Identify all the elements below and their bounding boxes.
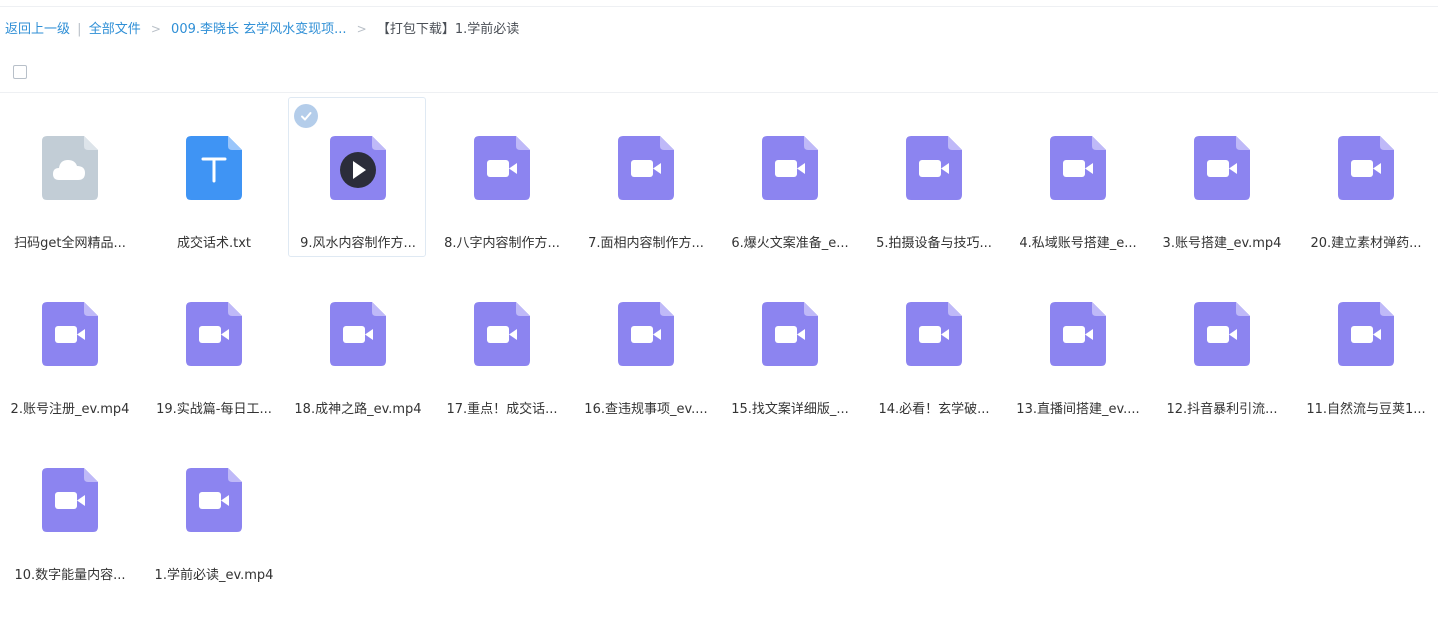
file-name: 2.账号注册_ev.mp4 [10,402,130,417]
file-name: 6.爆火文案准备_e... [731,236,849,251]
video-file-icon [42,468,98,532]
video-file-icon [1050,302,1106,366]
file-item[interactable]: 5.拍摄设备与技巧... [864,97,1002,257]
file-item[interactable]: 8.八字内容制作方... [432,97,570,257]
file-item[interactable]: 20.建立素材弹药... [1296,97,1434,257]
select-all-checkbox[interactable] [13,65,27,79]
file-item[interactable]: 成交话术.txt [144,97,282,257]
video-file-icon [186,468,242,532]
file-item[interactable]: 1.学前必读_ev.mp4 [144,429,282,589]
file-item[interactable]: 7.面相内容制作方... [576,97,714,257]
file-name: 3.账号搭建_ev.mp4 [1162,236,1282,251]
video-play-icon [330,136,386,200]
file-name: 成交话术.txt [176,236,252,251]
file-name: 1.学前必读_ev.mp4 [154,568,274,583]
file-name: 20.建立素材弹药... [1310,236,1422,251]
file-name: 4.私域账号搭建_e... [1019,236,1137,251]
current-folder: 【打包下载】1.学前必读 [376,22,520,37]
file-name: 7.面相内容制作方... [588,236,704,251]
video-file-icon [762,302,818,366]
check-icon[interactable] [294,104,318,128]
file-item[interactable]: 扫码get全网精品... [0,97,138,257]
file-name: 12.抖音暴利引流... [1166,402,1278,417]
breadcrumb: 返回上一级 | 全部文件 > 009.李晓长 玄学风水变现项... > 【打包下… [5,19,519,39]
video-file-icon [906,136,962,200]
file-item[interactable]: 3.账号搭建_ev.mp4 [1152,97,1290,257]
file-grid: 扫码get全网精品... 成交话术.txt 9.风水内容制作方... 8.八字内容制作… [0,97,1438,595]
video-file-icon [1050,136,1106,200]
file-item[interactable]: 18.成神之路_ev.mp4 [288,263,426,423]
breadcrumb-separator: | [77,22,82,37]
folder-link[interactable]: 009.李晓长 玄学风水变现项... [171,22,346,37]
video-file-icon [1194,302,1250,366]
file-name: 11.自然流与豆荚1... [1306,402,1426,417]
video-file-icon [618,302,674,366]
file-item[interactable]: 10.数字能量内容... [0,429,138,589]
txt-file-icon [186,136,242,200]
file-item[interactable]: 13.直播间搭建_ev.... [1008,263,1146,423]
file-name: 10.数字能量内容... [14,568,126,583]
file-name: 8.八字内容制作方... [444,236,560,251]
file-item[interactable]: 12.抖音暴利引流... [1152,263,1290,423]
video-file-icon [618,136,674,200]
file-name: 16.查违规事项_ev.... [584,402,708,417]
file-item[interactable]: 17.重点！成交话... [432,263,570,423]
video-file-icon [1338,302,1394,366]
file-name: 13.直播间搭建_ev.... [1016,402,1140,417]
cloud-file-icon [42,136,98,200]
file-item[interactable]: 14.必看！玄学破... [864,263,1002,423]
file-name: 17.重点！成交话... [446,402,558,417]
file-item[interactable]: 19.实战篇-每日工... [144,263,282,423]
file-name: 19.实战篇-每日工... [156,402,272,417]
back-link[interactable]: 返回上一级 [5,22,70,37]
file-item[interactable]: 15.找文案详细版_... [720,263,858,423]
video-file-icon [42,302,98,366]
file-name: 15.找文案详细版_... [731,402,849,417]
video-file-icon [474,136,530,200]
file-name: 9.风水内容制作方... [300,236,416,251]
video-file-icon [330,302,386,366]
video-file-icon [906,302,962,366]
file-item[interactable]: 2.账号注册_ev.mp4 [0,263,138,423]
toolbar-divider [0,92,1438,93]
file-item[interactable]: 6.爆火文案准备_e... [720,97,858,257]
file-name: 14.必看！玄学破... [878,402,990,417]
video-file-icon [474,302,530,366]
file-item[interactable]: 11.自然流与豆荚1... [1296,263,1434,423]
video-file-icon [186,302,242,366]
file-item[interactable]: 16.查违规事项_ev.... [576,263,714,423]
file-name: 扫码get全网精品... [14,236,126,251]
video-file-icon [1338,136,1394,200]
file-name: 5.拍摄设备与技巧... [876,236,992,251]
top-border [0,6,1438,7]
video-file-icon [762,136,818,200]
file-name: 18.成神之路_ev.mp4 [294,402,422,417]
file-item[interactable]: 4.私域账号搭建_e... [1008,97,1146,257]
video-file-icon [1194,136,1250,200]
file-item[interactable]: 9.风水内容制作方... [288,97,426,257]
breadcrumb-arrow: > [356,22,367,36]
all-files-link[interactable]: 全部文件 [89,22,141,37]
breadcrumb-arrow: > [150,22,161,36]
